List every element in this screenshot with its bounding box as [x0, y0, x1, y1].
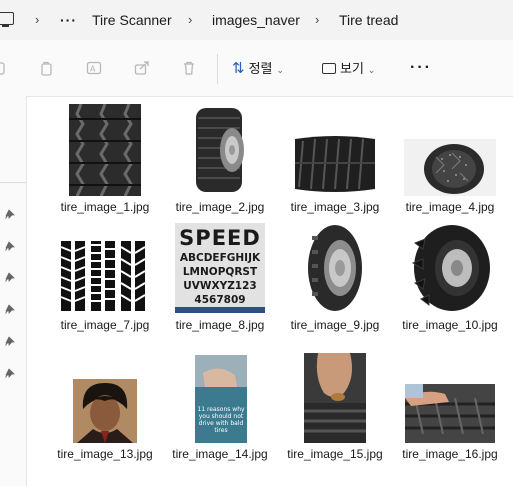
file-name: tire_image_16.jpg — [402, 447, 498, 461]
file-thumbnail — [59, 239, 151, 313]
file-name: tire_image_13.jpg — [57, 447, 153, 461]
more-options-button[interactable]: ··· — [410, 60, 432, 76]
alphabet-line-1: ABCDEFGHIJK — [180, 252, 261, 264]
copy-icon[interactable] — [38, 60, 54, 76]
share-icon[interactable] — [134, 60, 150, 76]
breadcrumb-item-tire-tread[interactable]: Tire tread — [339, 10, 398, 30]
pin-icon[interactable] — [5, 304, 15, 314]
file-name: tire_image_15.jpg — [287, 447, 383, 461]
file-name: tire_image_10.jpg — [402, 318, 498, 332]
breadcrumb-item-tire-scanner[interactable]: Tire Scanner — [92, 10, 172, 30]
sort-icon: ⇅ — [232, 60, 245, 77]
file-name: tire_image_14.jpg — [172, 447, 268, 461]
breadcrumb-item-images-naver[interactable]: images_naver — [212, 10, 300, 30]
rename-icon[interactable]: A — [86, 60, 102, 76]
file-name: tire_image_2.jpg — [175, 200, 265, 214]
file-thumbnail — [304, 353, 366, 443]
svg-text:A: A — [90, 65, 96, 74]
address-bar: › ··· Tire Scanner › images_naver › Tire… — [0, 0, 513, 40]
file-thumbnail — [407, 223, 493, 313]
chevron-down-icon: ⌄ — [367, 65, 376, 75]
toolbar-separator — [217, 54, 218, 84]
poster-line-4: tires — [214, 427, 227, 434]
poster-line-3: drive with bald — [199, 420, 244, 427]
alphabet-line-2: LMNOPQRST — [183, 266, 258, 278]
navigation-pane — [0, 96, 27, 486]
speed-word: SPEED — [179, 226, 261, 250]
file-thumbnail — [404, 139, 496, 196]
file-name: tire_image_1.jpg — [60, 200, 150, 214]
this-pc-icon[interactable] — [0, 12, 14, 27]
chevron-right-icon[interactable]: › — [35, 10, 39, 30]
file-name: tire_image_7.jpg — [60, 318, 150, 332]
file-thumbnail — [405, 384, 495, 443]
delete-icon[interactable] — [181, 60, 197, 76]
view-button[interactable]: 보기 ⌄ — [322, 58, 375, 80]
pin-icon[interactable] — [5, 368, 15, 378]
file-thumbnail — [289, 133, 381, 195]
poster-line-2: you should not — [199, 413, 244, 420]
file-thumbnail — [304, 222, 366, 314]
nav-divider — [0, 182, 26, 183]
file-thumbnail — [73, 379, 137, 443]
breadcrumb-overflow[interactable]: ··· — [60, 10, 77, 30]
view-icon — [322, 63, 336, 74]
chevron-right-icon[interactable]: › — [315, 10, 319, 30]
file-thumbnail — [69, 104, 141, 196]
file-name: tire_image_4.jpg — [405, 200, 495, 214]
sort-button[interactable]: ⇅ 정렬 ⌄ — [232, 58, 284, 80]
file-thumbnail — [192, 104, 250, 196]
alphabet-line-3: UVWXYZ123 — [183, 280, 256, 292]
pin-icon[interactable] — [5, 241, 15, 251]
file-name: tire_image_9.jpg — [290, 318, 380, 332]
pin-icon[interactable] — [5, 272, 15, 282]
pin-icon[interactable] — [5, 336, 15, 346]
file-thumbnail: SPEED ABCDEFGHIJK LMNOPQRST UVWXYZ123 45… — [175, 223, 265, 313]
poster-line-1: 11 reasons why — [197, 406, 245, 413]
file-thumbnail: 11 reasons why you should not drive with… — [195, 355, 247, 443]
pin-icon[interactable] — [5, 209, 15, 219]
file-grid: tire_image_1.jpg tire_image_2.jpg tire_i — [37, 96, 513, 486]
alphabet-line-4: 4567809 — [194, 294, 245, 306]
file-name: tire_image_8.jpg — [175, 318, 265, 332]
chevron-right-icon[interactable]: › — [188, 10, 192, 30]
file-name: tire_image_3.jpg — [290, 200, 380, 214]
cut-icon[interactable] — [0, 60, 7, 76]
chevron-down-icon: ⌄ — [276, 65, 285, 75]
command-bar: A ⇅ 정렬 ⌄ 보기 ⌄ ··· — [0, 40, 513, 97]
